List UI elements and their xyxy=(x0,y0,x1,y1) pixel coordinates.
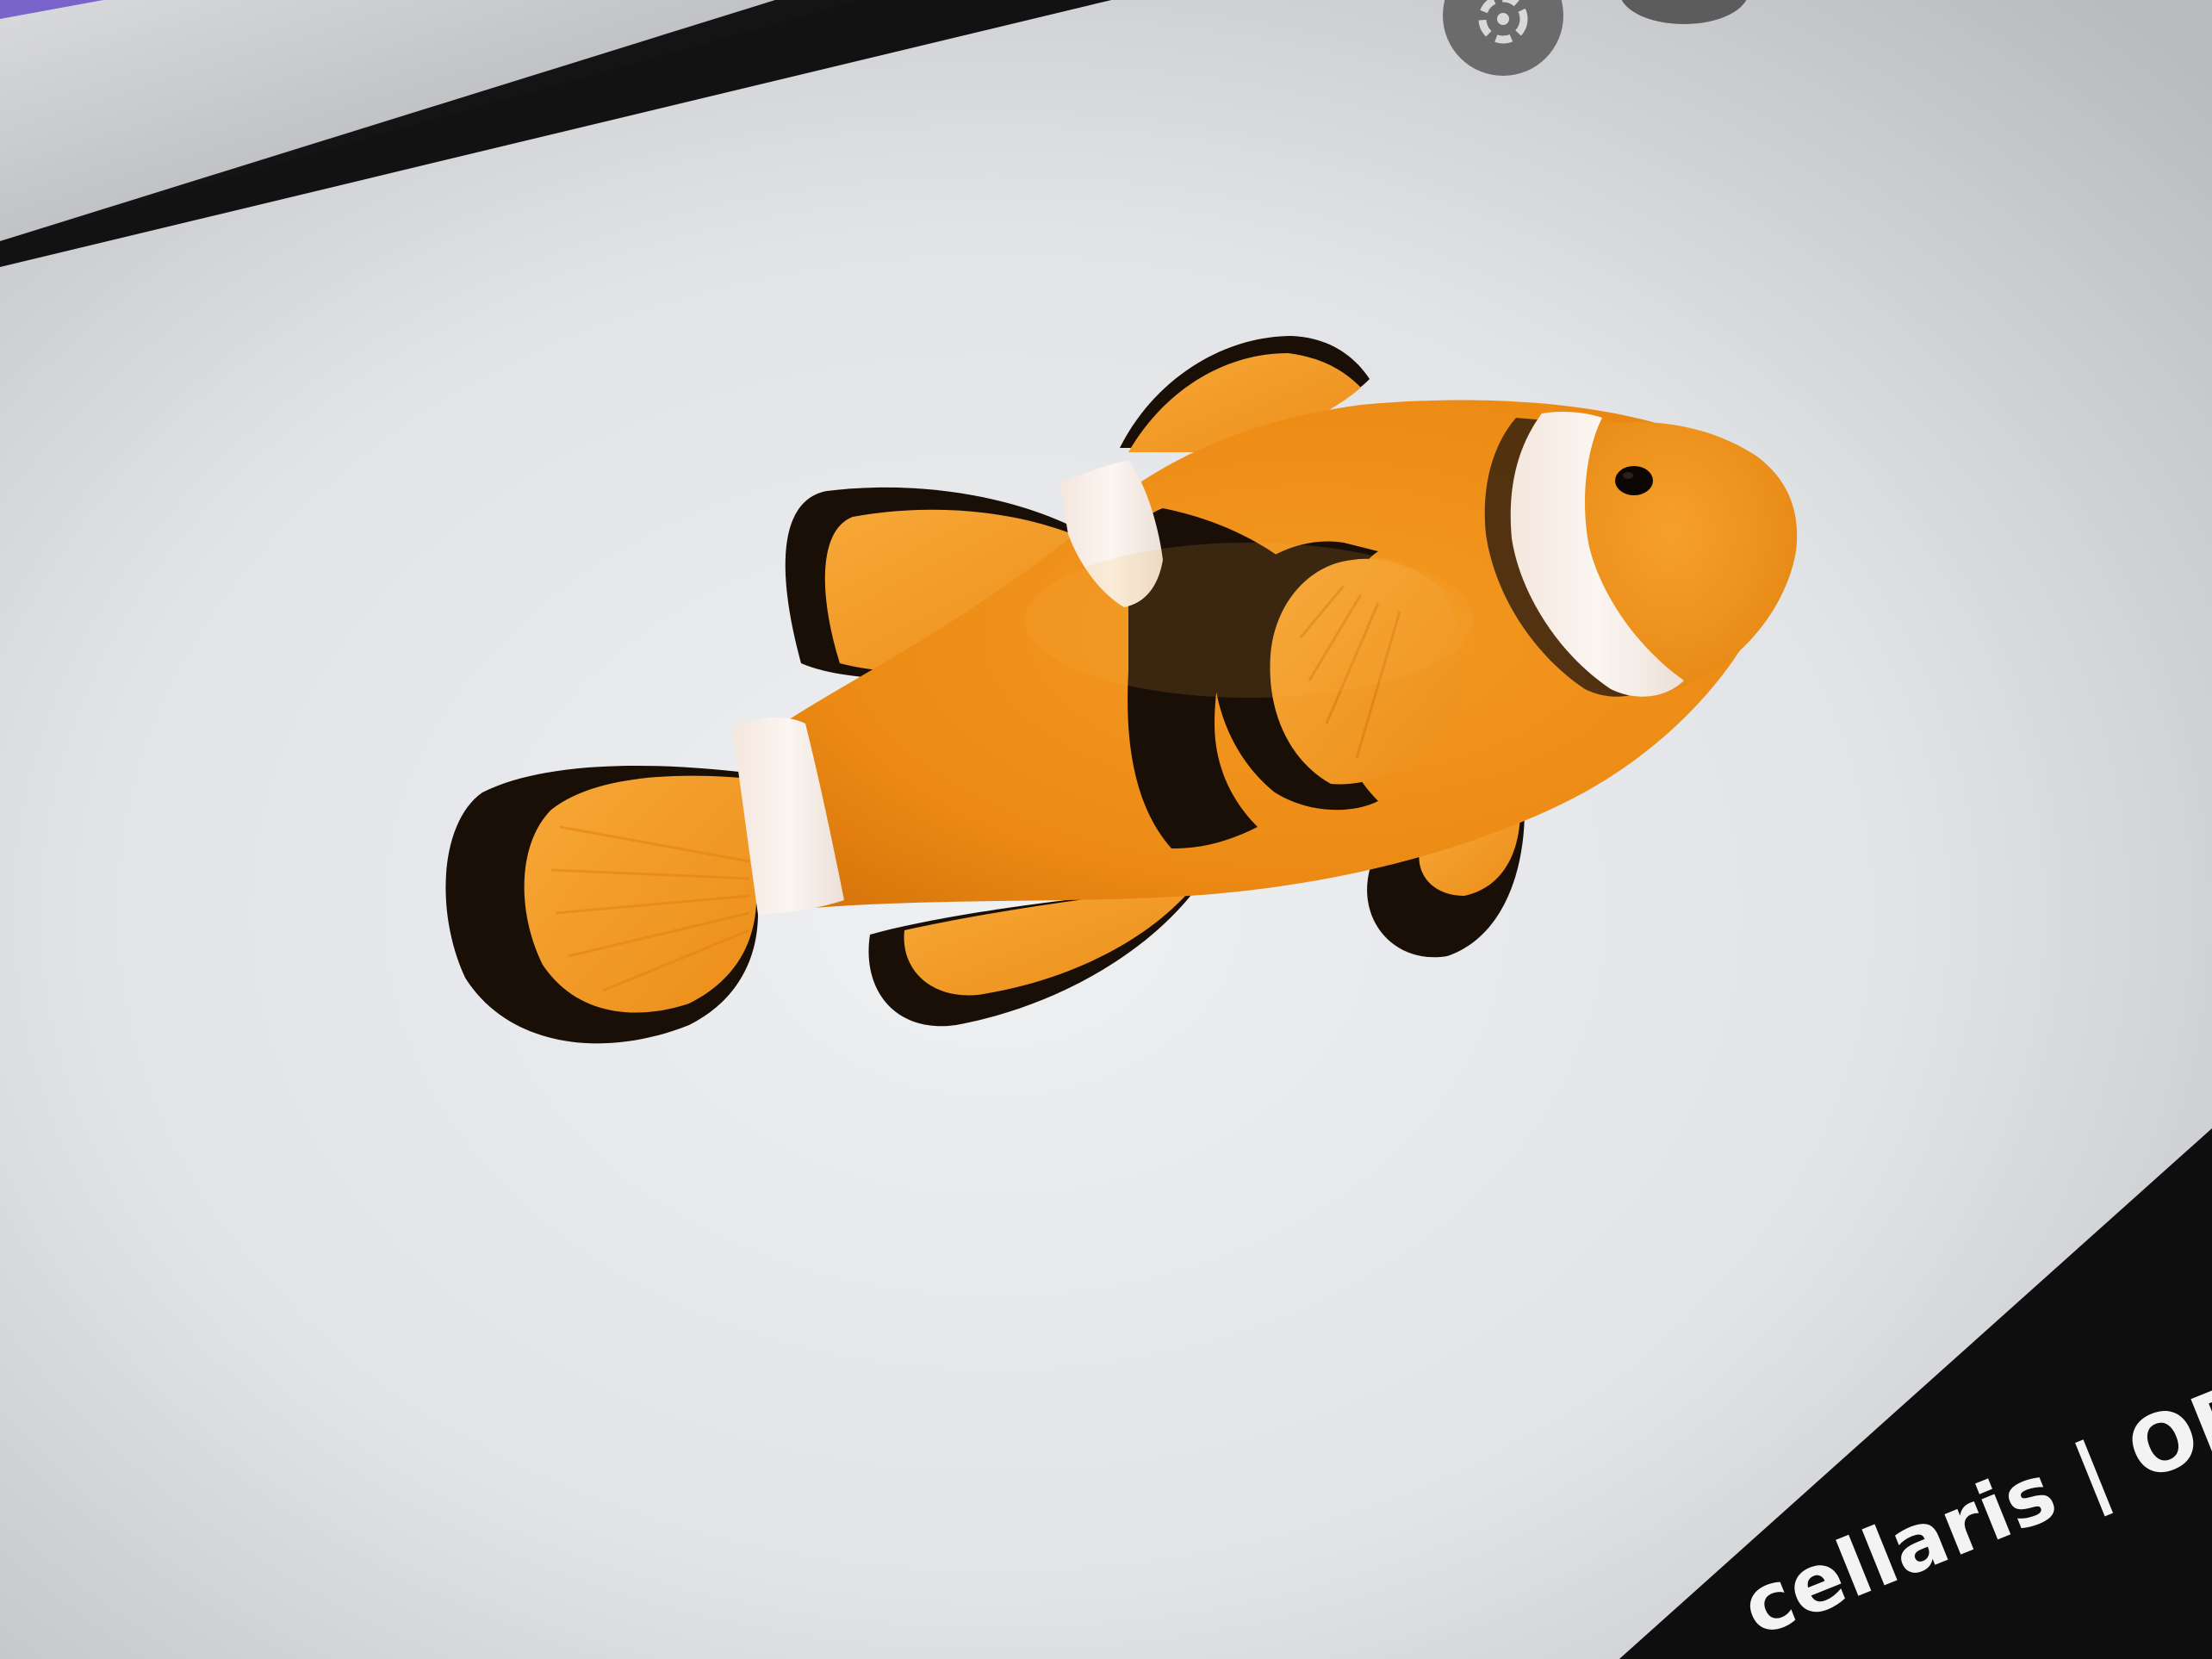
screen-scene: cellaris | ORA xyxy=(0,0,2212,1659)
photo-of-screen: cellaris | ORA xyxy=(0,0,2212,1659)
fish-eye xyxy=(1615,466,1653,495)
tail-fin xyxy=(445,765,767,1044)
